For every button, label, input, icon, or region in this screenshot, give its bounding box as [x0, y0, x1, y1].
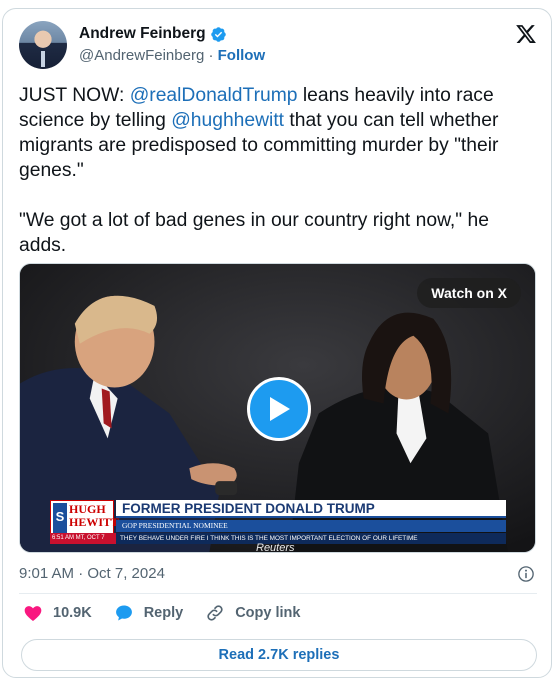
play-icon	[270, 397, 290, 421]
read-replies-button[interactable]: Read 2.7K replies	[21, 639, 537, 671]
play-button[interactable]	[247, 377, 311, 441]
handle-separator: ·	[208, 47, 214, 64]
like-button[interactable]: 10.9K	[23, 603, 92, 623]
copy-link-label: Copy link	[235, 605, 301, 621]
ticker-text: THEY BEHAVE UNDER FIRE I THINK THIS IS T…	[116, 533, 506, 544]
tweet-paragraph-2: "We got a lot of bad genes in our countr…	[19, 210, 489, 256]
lower-third-subtitle: GOP PRESIDENTIAL NOMINEE	[116, 520, 506, 532]
reply-label: Reply	[143, 605, 184, 621]
text-prefix: JUST NOW:	[19, 85, 130, 106]
author-name[interactable]: Andrew Feinberg	[79, 25, 206, 43]
reply-button[interactable]: Reply	[114, 603, 184, 623]
tweet-meta-row: 9:01 AM · Oct 7, 2024	[19, 563, 539, 585]
link-icon	[207, 605, 223, 621]
reply-bubble-icon	[115, 605, 132, 621]
tweet-text: JUST NOW: @realDonaldTrump leans heavily…	[19, 83, 539, 283]
follow-button[interactable]: Follow	[218, 47, 266, 64]
author-avatar[interactable]	[19, 21, 67, 69]
watch-on-x-button[interactable]: Watch on X	[417, 278, 521, 308]
like-count: 10.9K	[53, 605, 92, 621]
heart-icon	[24, 606, 42, 621]
tweet-timestamp[interactable]: 9:01 AM · Oct 7, 2024	[19, 565, 165, 582]
show-name-line2: HEWITT	[69, 515, 120, 529]
verified-badge-icon	[210, 26, 226, 42]
author-handle-row: @AndrewFeinberg · Follow	[79, 47, 265, 64]
ticker-time: 6:51 AM MT, OCT 7	[50, 533, 116, 544]
logo-letter: S	[55, 509, 65, 524]
tweet-header: Andrew Feinberg @AndrewFeinberg · Follow	[19, 21, 537, 73]
copy-link-button[interactable]: Copy link	[205, 603, 300, 623]
tweet-actions: 10.9K Reply Copy link	[23, 601, 322, 625]
author-handle[interactable]: @AndrewFeinberg	[79, 47, 204, 64]
news-lower-third: S HUGH HEWITT FORMER PRESIDENT DONALD TR…	[50, 500, 506, 544]
author-name-row: Andrew Feinberg	[79, 25, 227, 43]
mention-hughhewitt[interactable]: @hughhewitt	[171, 110, 284, 131]
tweet-embed-card: Andrew Feinberg @AndrewFeinberg · Follow…	[2, 8, 552, 678]
tweet-paragraph-1: JUST NOW: @realDonaldTrump leans heavily…	[19, 83, 539, 183]
x-logo-icon[interactable]	[515, 23, 537, 45]
video-player[interactable]: Watch on X S HUGH HEWITT FORMER PRESIDEN…	[19, 263, 536, 553]
mention-realdonaldtrump[interactable]: @realDonaldTrump	[130, 85, 298, 106]
divider	[19, 593, 537, 594]
info-icon[interactable]	[517, 565, 535, 583]
lower-third-headline: FORMER PRESIDENT DONALD TRUMP	[116, 500, 506, 518]
video-source-tag: Reuters	[256, 542, 295, 553]
